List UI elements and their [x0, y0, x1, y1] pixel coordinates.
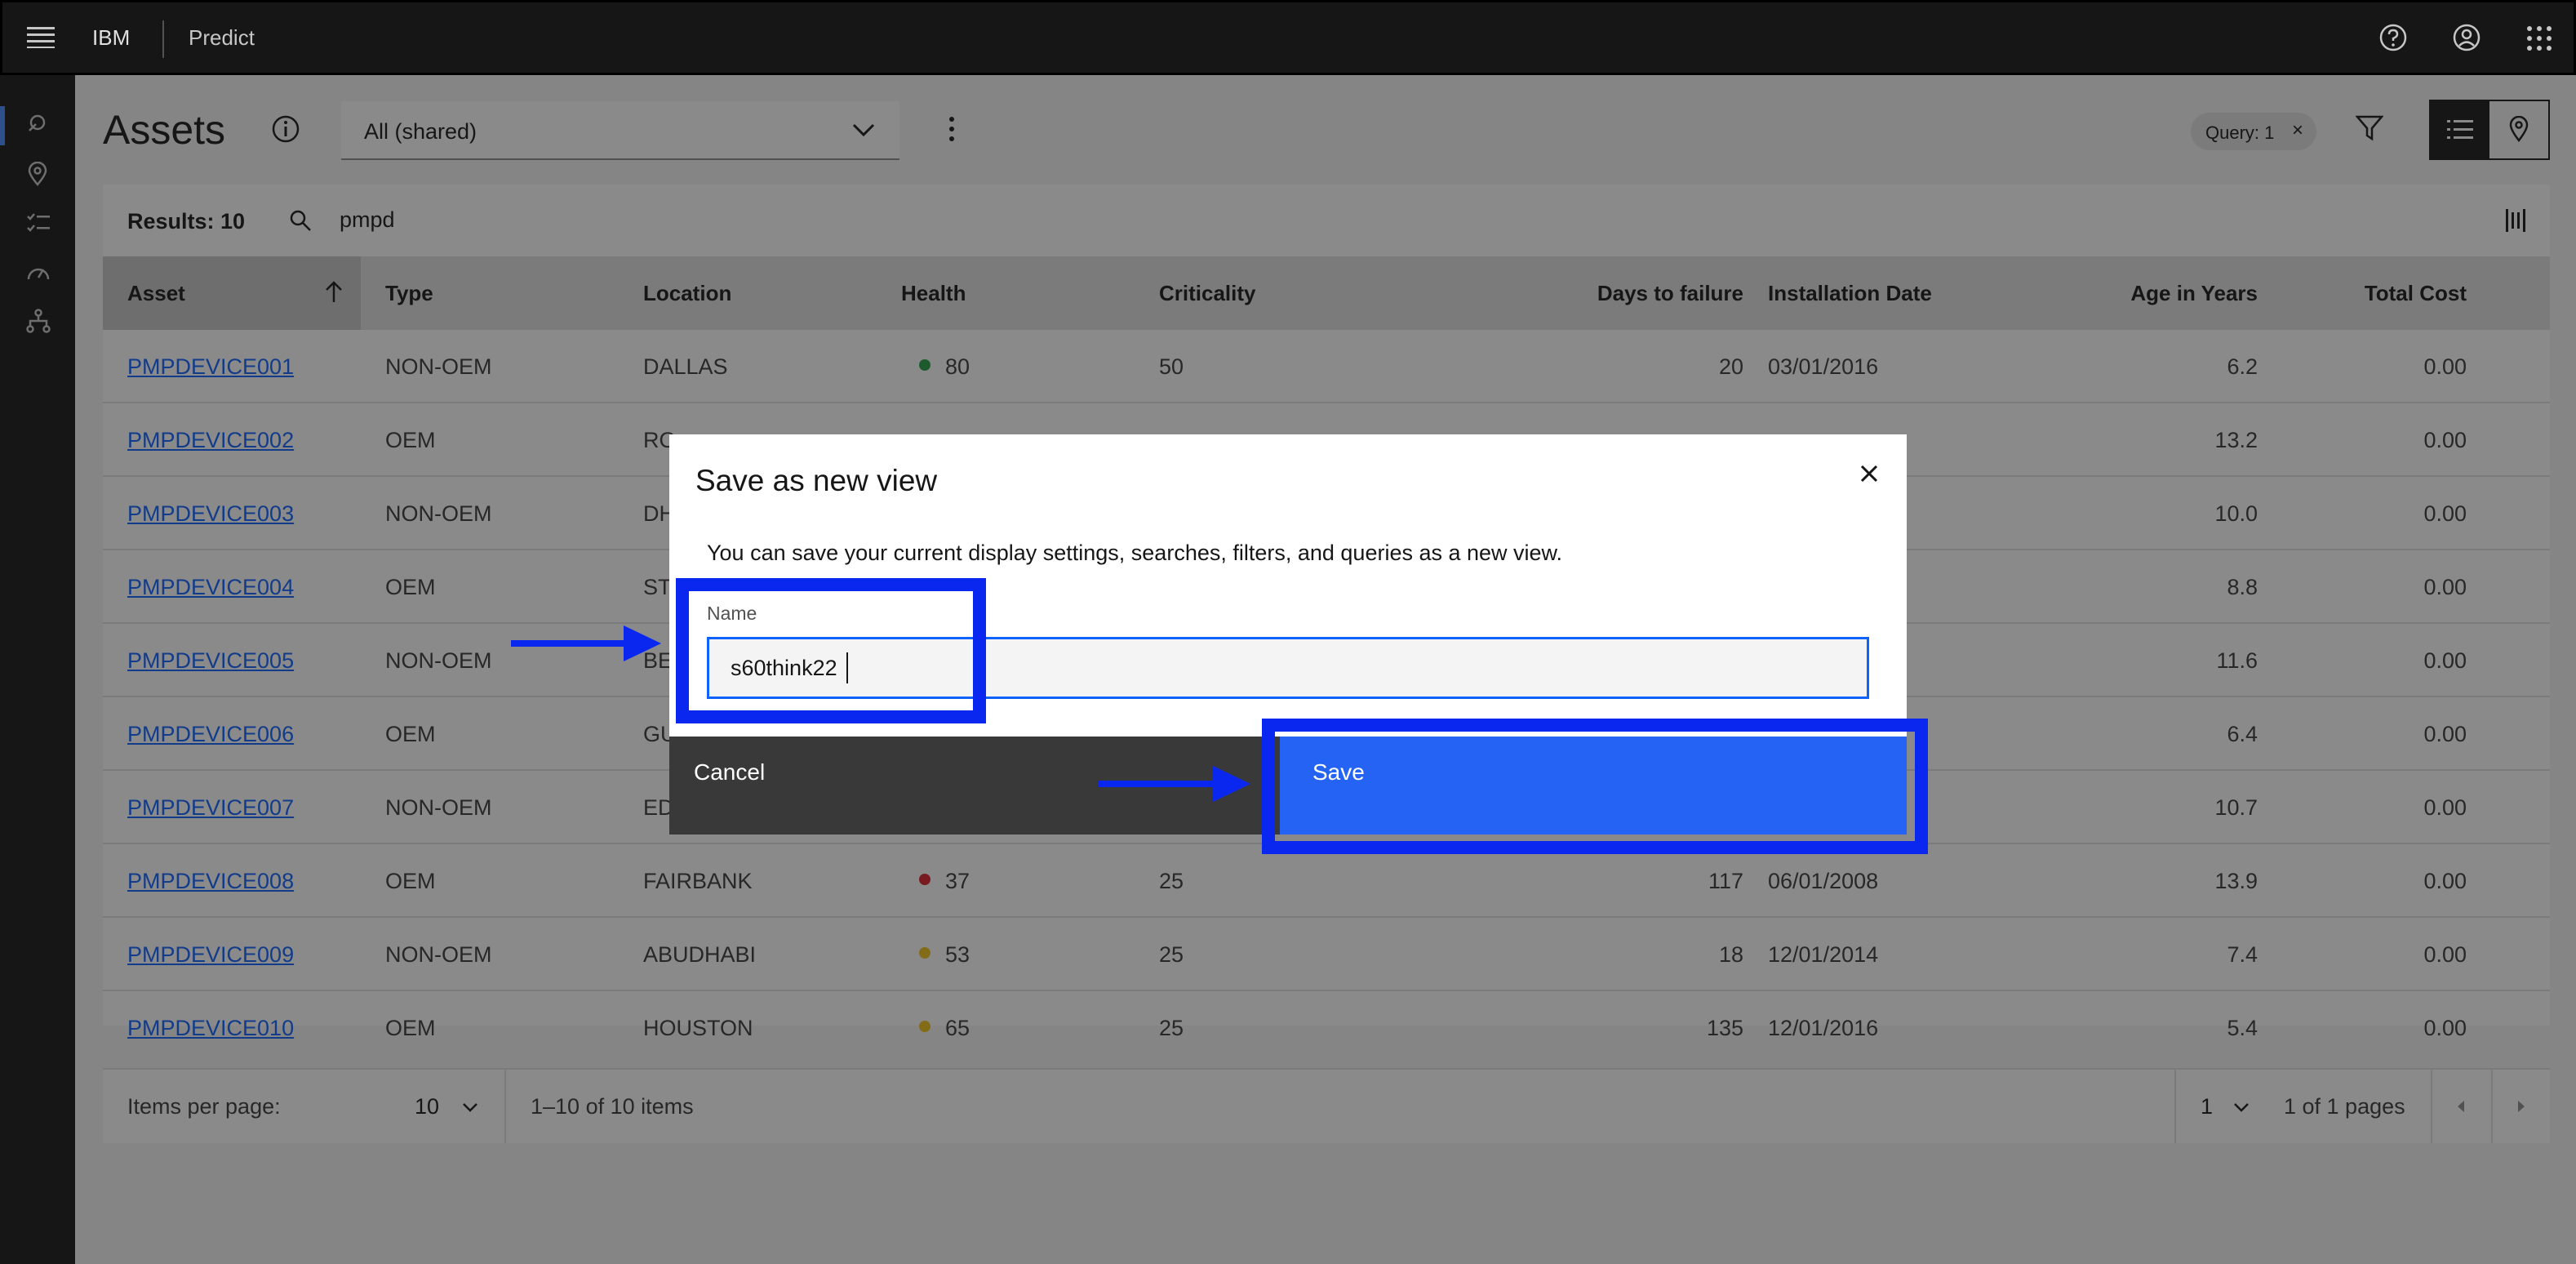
modal-title: Save as new view: [695, 464, 938, 497]
save-button-highlight-box: [1262, 719, 1928, 854]
name-field-highlight-box: [676, 578, 986, 723]
arrow-right-icon: [1213, 766, 1250, 802]
arrow-right-icon: [624, 625, 661, 661]
user-profile-icon[interactable]: [2453, 24, 2481, 51]
app-switcher-icon[interactable]: [2526, 25, 2552, 51]
header-divider: [162, 20, 164, 58]
modal-description: You can save your current display settin…: [707, 541, 1563, 565]
top-header: IBM Predict: [0, 0, 2576, 75]
brand-name[interactable]: IBM: [92, 25, 130, 51]
cancel-button-label: Cancel: [694, 759, 766, 785]
arrow-line: [511, 640, 625, 647]
product-name[interactable]: Predict: [189, 25, 255, 51]
help-icon[interactable]: [2379, 24, 2407, 51]
hamburger-menu-icon[interactable]: [27, 27, 55, 48]
close-icon[interactable]: [1859, 464, 1879, 483]
arrow-line: [1099, 781, 1215, 787]
